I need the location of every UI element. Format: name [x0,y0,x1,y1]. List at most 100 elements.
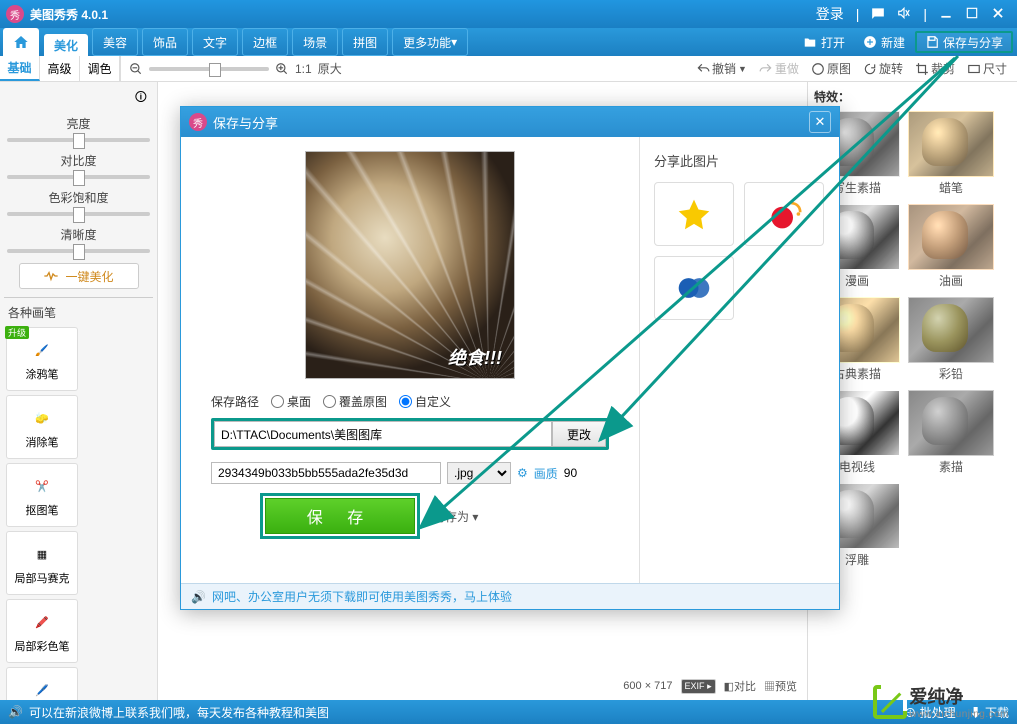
dialog-footer-msg[interactable]: 网吧、办公室用户无须下载即可使用美图秀秀，马上体验 [212,588,512,605]
watermark-icon [873,685,907,719]
rotate-button[interactable]: 旋转 [859,60,907,77]
panel-tab-basic[interactable]: 基础 [0,56,40,81]
change-path-button[interactable]: 更改 [552,421,606,447]
divider: | [917,6,933,22]
zoom-in-icon[interactable] [275,62,289,76]
brush-icon: 🖌️ [28,336,56,364]
dialog-title: 保存与分享 [213,113,278,132]
home-button[interactable] [3,28,39,56]
message-icon[interactable] [865,6,891,23]
gear-icon[interactable]: ⚙ [517,466,528,480]
brush-涂鸦笔[interactable]: 升级🖌️涂鸦笔 [6,327,78,391]
brush-icon: ✂️ [28,472,56,500]
brush-label: 局部马赛克 [15,570,70,586]
zoom-origsize[interactable]: 原大 [318,60,342,77]
tab-beauty[interactable]: 美容 [92,28,138,56]
path-input[interactable] [214,421,552,447]
dialog-close-button[interactable]: ✕ [809,111,831,133]
onekey-beautify-button[interactable]: 一键美化 [19,263,139,289]
radio-overwrite[interactable]: 覆盖原图 [323,393,387,410]
redo-button: 重做 [755,60,803,77]
tab-beautify[interactable]: 美化 [44,34,88,56]
brush-抠图笔[interactable]: ✂️抠图笔 [6,463,78,527]
quality-value: 90 [564,466,577,480]
brush-局部马赛克[interactable]: ▦局部马赛克 [6,531,78,595]
undo-button[interactable]: 撤销▼ [692,60,751,77]
tab-scene[interactable]: 场景 [292,28,338,56]
effect-彩铅[interactable]: 彩铅 [908,297,994,382]
panel-tab-tone[interactable]: 调色 [80,56,120,81]
dialog-preview: 绝食!!! [305,151,515,379]
contrast-slider[interactable] [7,175,150,179]
saturation-label: 色彩饱和度 [4,189,153,206]
compare-button[interactable]: ◧对比 [724,678,756,694]
app-title: 美图秀秀 4.0.1 [30,6,810,23]
app-version: 4.0.1 [81,8,108,22]
sharpness-slider[interactable] [7,249,150,253]
zoom-out-icon[interactable] [129,62,143,76]
effect-素描[interactable]: 素描 [908,390,994,475]
size-button[interactable]: 尺寸 [963,60,1011,77]
share-renren[interactable] [654,256,734,320]
brush-局部变色笔[interactable]: 🖊️局部变色笔 [6,667,78,700]
titlebar: 秀 美图秀秀 4.0.1 登录 | | [0,0,1017,28]
maximize-icon[interactable] [959,6,985,23]
brush-label: 消除笔 [26,434,59,450]
minimize-icon[interactable] [933,6,959,23]
original-button[interactable]: 原图 [807,60,855,77]
tab-stickers[interactable]: 饰品 [142,28,188,56]
radio-desktop[interactable]: 桌面 [271,393,311,410]
saturation-slider[interactable] [7,212,150,216]
share-weibo[interactable] [744,182,824,246]
crop-button[interactable]: 裁剪 [911,60,959,77]
save-button[interactable]: 保 存 [265,498,415,534]
preview-text: 绝食!!! [448,344,502,370]
tab-collage[interactable]: 拼图 [342,28,388,56]
path-label: 保存路径 [211,393,259,410]
contrast-label: 对比度 [4,152,153,169]
brightness-slider[interactable] [7,138,150,142]
divider: | [850,6,866,22]
effect-油画[interactable]: 油画 [908,204,994,289]
effect-label: 素描 [939,458,963,475]
save-share-button[interactable]: 保存与分享 [915,31,1013,53]
exif-badge[interactable]: EXIF ▸ [681,679,716,694]
left-panel: 🛈 亮度 对比度 色彩饱和度 清晰度 一键美化 各种画笔 升级🖌️涂鸦笔🧽消除笔… [0,82,158,700]
mute-icon[interactable] [891,6,917,23]
filename-input[interactable] [211,462,441,484]
login-link[interactable]: 登录 [810,4,850,24]
panel-tab-advanced[interactable]: 高级 [40,56,80,81]
share-qzone[interactable] [654,182,734,246]
effect-label: 写生素描 [833,179,881,196]
tab-more[interactable]: 更多功能 ▾ [392,28,468,56]
mid-toolbar: 基础 高级 调色 1:1 原大 撤销▼ 重做 原图 旋转 裁剪 尺寸 [0,56,1017,82]
tab-text[interactable]: 文字 [192,28,238,56]
path-box: 更改 [211,418,609,450]
brush-局部彩色笔[interactable]: 🖍️局部彩色笔 [6,599,78,663]
ext-select[interactable]: .jpg [447,462,511,484]
canvas-dims: 600 × 717 [623,680,672,692]
brush-icon: 🧽 [28,404,56,432]
preview-button[interactable]: ▦预览 [764,678,797,694]
effect-label: 电视线 [839,458,875,475]
new-button[interactable]: 新建 [855,31,913,53]
radio-custom[interactable]: 自定义 [399,393,451,410]
close-icon[interactable] [985,6,1011,23]
zoom-slider[interactable] [149,67,269,71]
panel-help-icon[interactable]: 🛈 [4,88,153,109]
effect-蜡笔[interactable]: 蜡笔 [908,111,994,196]
bottombar-msg[interactable]: 可以在新浪微博上联系我们哦，每天发布各种教程和美图 [29,704,329,721]
zoom-ratio: 1:1 [295,62,312,76]
saveas-button[interactable]: 另存为 ▾ [433,508,478,525]
open-button[interactable]: 打开 [795,31,853,53]
effect-label: 油画 [939,272,963,289]
brightness-label: 亮度 [4,115,153,132]
quality-label: 画质 [534,465,558,482]
app-logo: 秀 [6,5,24,23]
chevron-down-icon: ▾ [451,35,457,49]
brush-消除笔[interactable]: 🧽 消除笔 [6,395,78,459]
watermark-main: 爱纯净 [909,683,1009,709]
watermark: 爱纯净 www.aichunjing.com [873,683,1009,720]
effect-thumb [908,297,994,363]
tab-frame[interactable]: 边框 [242,28,288,56]
